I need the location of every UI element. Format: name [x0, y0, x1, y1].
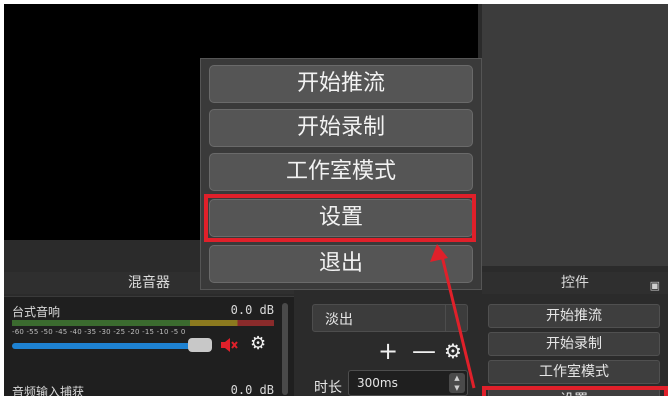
transition-select-value: 淡出	[325, 312, 353, 328]
start-streaming-button[interactable]: 开始推流	[488, 304, 660, 328]
duration-value: 300ms	[357, 376, 398, 390]
studio-mode-button[interactable]: 工作室模式	[488, 360, 660, 384]
dock-float-icon[interactable]: ▣	[650, 275, 660, 297]
controls-title-label: 控件	[561, 275, 589, 291]
volume-meter	[12, 320, 274, 326]
duration-input[interactable]: 300ms ▲ ▼	[348, 370, 468, 396]
remove-transition-button[interactable]: —	[412, 338, 436, 364]
channel-name: 台式音响	[12, 305, 61, 319]
mixer-scrollbar[interactable]	[282, 303, 288, 395]
gear-icon[interactable]: ⚙	[250, 334, 266, 354]
chevron-down-icon[interactable]	[445, 305, 467, 331]
add-transition-button[interactable]: +	[378, 338, 398, 364]
volume-slider[interactable]	[12, 343, 210, 349]
meter-scale: -60 -55 -50 -45 -40 -35 -30 -25 -20 -15 …	[12, 328, 186, 336]
menu-start-streaming[interactable]: 开始推流	[209, 65, 473, 103]
spin-up-icon[interactable]: ▲	[449, 373, 465, 383]
context-menu: 开始推流 开始录制 工作室模式 设置 退出	[200, 58, 482, 290]
transition-select[interactable]: 淡出	[312, 304, 468, 332]
duration-label: 时长	[314, 380, 342, 396]
menu-settings-highlight-box	[204, 194, 476, 242]
menu-exit[interactable]: 退出	[209, 245, 473, 283]
speaker-mute-icon[interactable]	[220, 336, 238, 354]
right-panel	[482, 4, 668, 266]
channel-db: 0.0 dB	[230, 303, 274, 317]
controls-dock: 开始推流 开始录制 工作室模式 设置	[482, 298, 668, 396]
gear-icon[interactable]: ⚙	[444, 340, 462, 362]
menu-start-recording[interactable]: 开始录制	[209, 109, 473, 147]
channel-name: 音频输入捕获	[12, 385, 85, 396]
settings-highlight-box	[482, 386, 668, 396]
spin-down-icon[interactable]: ▼	[449, 383, 465, 393]
volume-slider-handle[interactable]	[188, 338, 212, 352]
scene-transitions: 淡出 + — ⚙ 时长 300ms ▲ ▼	[302, 296, 478, 396]
duration-spinner[interactable]: ▲ ▼	[449, 373, 465, 393]
controls-title: 控件 ▣	[482, 272, 668, 294]
audio-mixer: 台式音响 0.0 dB -60 -55 -50 -45 -40 -35 -30 …	[4, 296, 294, 396]
channel-db: 0.0 dB	[230, 383, 274, 396]
start-recording-button[interactable]: 开始录制	[488, 332, 660, 356]
menu-studio-mode[interactable]: 工作室模式	[209, 153, 473, 191]
